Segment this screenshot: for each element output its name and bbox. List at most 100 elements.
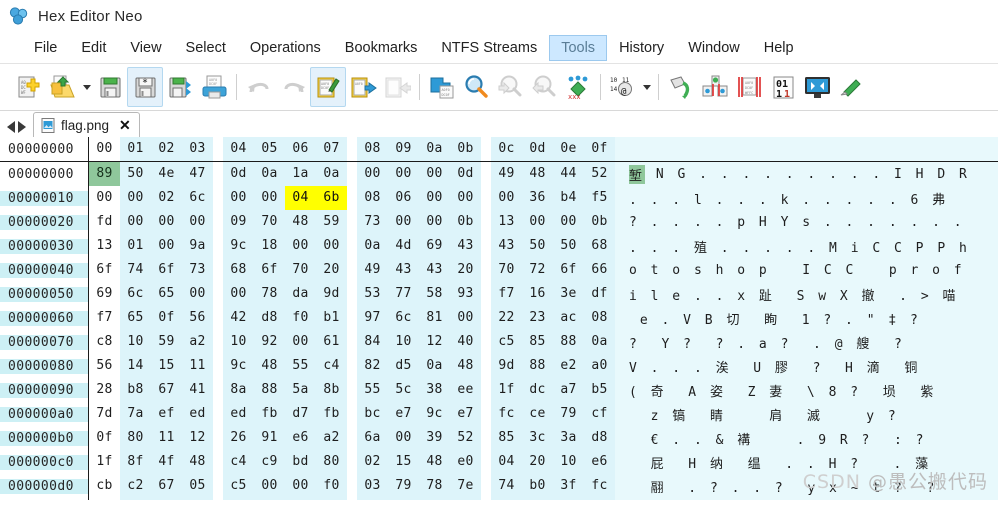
export-icon[interactable]: A0F0 DC0F — [425, 68, 459, 106]
hex-row[interactable]: 000000d0 cb c2 67 05 c5 00 00 f0 03 79 78 7e 74 b0 3f fc… — [0, 474, 998, 498]
menu-edit[interactable]: Edit — [69, 35, 118, 61]
hex-byte-cell[interactable]: 88 — [522, 354, 553, 378]
hex-byte-cell[interactable]: 36 — [522, 186, 553, 210]
hex-byte-cell[interactable]: e6 — [285, 426, 316, 450]
hex-byte-cell[interactable]: 00 — [254, 474, 285, 498]
hex-byte-cell[interactable]: 43 — [419, 258, 450, 282]
hex-byte-cell[interactable]: 3f — [553, 474, 584, 498]
hex-byte-cells[interactable]: 7d 7a ef ed ed fb d7 fb bc e7 9c e7 fc ce 79 cf — [89, 402, 615, 426]
ascii-pane[interactable]: ? . . . . p H Y s . . . . . . . — [615, 210, 998, 234]
open-dropdown-arrow-icon[interactable] — [80, 68, 93, 106]
hex-byte-cell[interactable]: 12 — [419, 498, 450, 500]
ascii-pane[interactable]: ( 奇 A 姿 Z 妻 \ 8 ? 埙 紫 — [615, 378, 998, 402]
hex-byte-cell[interactable]: 00 — [419, 210, 450, 234]
hex-byte-cell[interactable]: 0f — [89, 426, 120, 450]
ascii-pane[interactable]: 翮 . ? . . ? y x ~ t ? ? — [615, 474, 998, 498]
hex-byte-cell[interactable]: 65 — [120, 306, 151, 330]
hex-byte-cell[interactable]: 00 — [553, 210, 584, 234]
hex-byte-cell[interactable]: d5 — [316, 498, 347, 500]
hex-byte-cell[interactable]: 80 — [316, 450, 347, 474]
hex-byte-cell[interactable]: 6f — [151, 258, 182, 282]
hex-byte-cell[interactable]: 0f — [151, 306, 182, 330]
hex-byte-cell[interactable]: 7a — [120, 402, 151, 426]
hex-byte-cell[interactable]: 00 — [491, 186, 522, 210]
hex-byte-cell[interactable]: 65 — [151, 282, 182, 306]
hex-byte-cell[interactable]: 97 — [357, 306, 388, 330]
hex-byte-cell[interactable]: 0a — [357, 234, 388, 258]
hex-byte-cell[interactable]: fc — [584, 474, 615, 498]
hex-byte-cell[interactable]: 38 — [419, 378, 450, 402]
hex-byte-cell[interactable]: 10 — [388, 330, 419, 354]
hex-byte-cell[interactable]: a2 — [316, 426, 347, 450]
hex-byte-cell[interactable]: ee — [450, 378, 481, 402]
hex-byte-cell[interactable]: c8 — [89, 330, 120, 354]
pattern-icon[interactable]: A0F0 DC0F WFFC — [732, 68, 766, 106]
hex-byte-cells[interactable]: fd 00 00 00 09 70 48 59 73 00 00 0b 13 00 00 0b — [89, 210, 615, 234]
hex-byte-cells[interactable]: c8 10 59 a2 10 92 00 61 84 10 12 40 c5 85 88 0a — [89, 330, 615, 354]
hex-byte-cell[interactable]: 9a — [182, 234, 213, 258]
menu-operations[interactable]: Operations — [238, 35, 333, 61]
save-icon[interactable] — [93, 68, 127, 106]
hex-byte-cell[interactable]: b8 — [120, 378, 151, 402]
hex-byte-cell[interactable]: 5c — [388, 378, 419, 402]
hex-byte-cell[interactable]: 02 — [151, 186, 182, 210]
insert-icon[interactable] — [698, 68, 732, 106]
hex-byte-cell[interactable]: 00 — [450, 306, 481, 330]
ascii-pane[interactable]: € . . & 褠 . 9 R ? : ? — [615, 426, 998, 450]
hex-byte-cell[interactable]: 67 — [151, 474, 182, 498]
hex-byte-cell[interactable]: 61 — [316, 330, 347, 354]
hex-byte-cell[interactable]: 00 — [182, 498, 213, 500]
hex-byte-cell[interactable]: 41 — [182, 378, 213, 402]
hex-byte-cell[interactable]: 00 — [285, 330, 316, 354]
menu-tools[interactable]: Tools — [549, 34, 608, 61]
hex-byte-cell[interactable]: c7 — [450, 498, 481, 500]
hex-byte-cell[interactable]: 23 — [522, 306, 553, 330]
hex-byte-cell[interactable]: c2 — [120, 474, 151, 498]
hex-byte-cells[interactable]: cb c2 67 05 c5 00 00 f0 03 79 78 7e 74 b0 3f fc — [89, 474, 615, 498]
find-next-icon[interactable] — [493, 68, 527, 106]
hex-byte-cell[interactable]: 70 — [254, 210, 285, 234]
hex-byte-cell[interactable]: 03 — [357, 474, 388, 498]
hex-byte-cell[interactable]: d8 — [584, 426, 615, 450]
hex-byte-cell[interactable]: 7d — [89, 402, 120, 426]
hex-byte-cell[interactable]: ba — [584, 498, 615, 500]
hex-byte-cells[interactable]: 0f 80 11 12 26 91 e6 a2 6a 00 39 52 85 3c 3a d8 — [89, 426, 615, 450]
hex-byte-cell[interactable]: 9d — [491, 354, 522, 378]
hex-byte-cell[interactable]: ce — [522, 402, 553, 426]
ascii-pane[interactable]: 堑 N G . . . . . . . . . I H D R — [615, 162, 998, 186]
hex-byte-cell[interactable]: c5 — [223, 474, 254, 498]
hex-byte-cell[interactable]: 1a — [285, 162, 316, 186]
hex-row[interactable]: 00000020 fd 00 00 00 09 70 48 59 73 00 00 0b 13 00 00 0b… — [0, 210, 998, 234]
binary-mode-icon[interactable]: 01 1 1 — [766, 68, 800, 106]
hex-byte-cell[interactable]: 20 — [522, 450, 553, 474]
hex-byte-cell[interactable]: 8f — [120, 450, 151, 474]
ascii-pane[interactable]: 屁 H 纳 缊 . . H ? . 藻 — [615, 450, 998, 474]
hex-byte-cell[interactable]: 0d — [223, 162, 254, 186]
hex-byte-cell[interactable]: b5 — [584, 378, 615, 402]
hex-byte-cell[interactable]: 18 — [254, 234, 285, 258]
hex-byte-cell[interactable]: 26 — [223, 426, 254, 450]
hex-byte-cell[interactable]: 6c — [120, 282, 151, 306]
hex-byte-cell[interactable]: 00 — [223, 186, 254, 210]
menu-view[interactable]: View — [118, 35, 173, 61]
hex-byte-cell[interactable]: 12 — [182, 426, 213, 450]
hex-row[interactable]: 00000060 f7 65 0f 56 42 d8 f0 b1 97 6c 81 00 22 23 ac 08… — [0, 306, 998, 330]
hex-byte-cell[interactable]: 12 — [419, 330, 450, 354]
hex-byte-cell[interactable]: 06 — [388, 186, 419, 210]
hex-byte-cell[interactable]: 7e — [450, 474, 481, 498]
hex-byte-cell[interactable]: f5 — [584, 186, 615, 210]
hex-byte-cells[interactable]: 69 6c 65 00 00 78 da 9d 53 77 58 93 f7 16 3e df — [89, 282, 615, 306]
hex-byte-cell[interactable]: a0 — [584, 354, 615, 378]
hex-byte-cell[interactable]: 4d — [388, 234, 419, 258]
ascii-pane[interactable]: o t o s h o p I C C p r o f — [615, 258, 998, 282]
hex-byte-cells[interactable]: 01af6f00020070d52e2412c7e1ff83ba — [89, 498, 615, 500]
hex-byte-cell[interactable]: 79 — [388, 474, 419, 498]
hex-byte-cell[interactable]: 43 — [388, 258, 419, 282]
hex-rows-container[interactable]: 00000000 89 50 4e 47 0d 0a 1a 0a 00 00 00 0d 49 48 44 52… — [0, 162, 998, 500]
hex-byte-cell[interactable]: 00 — [254, 186, 285, 210]
hex-byte-cell[interactable]: 3a — [553, 426, 584, 450]
save-all-icon[interactable] — [163, 68, 197, 106]
data-inspector-icon[interactable]: 10 11 14 @ — [606, 68, 640, 106]
hex-byte-cell[interactable]: b1 — [316, 306, 347, 330]
hex-byte-cell[interactable]: 78 — [254, 282, 285, 306]
